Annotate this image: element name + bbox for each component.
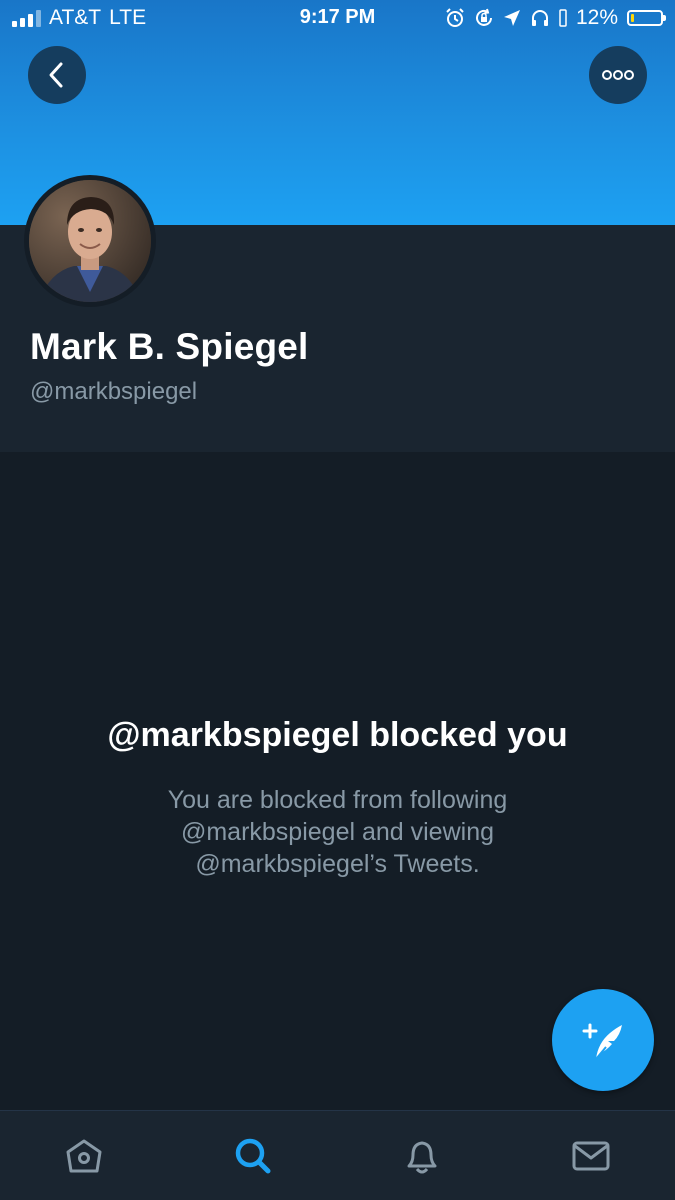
charging-indicator-icon [559,9,567,27]
battery-level [631,14,634,22]
blocked-description: You are blocked from following @markbspi… [167,786,508,878]
home-icon [66,1139,102,1173]
status-bar: AT&T LTE 9:17 PM 12% [0,0,675,36]
person-portrait [29,180,151,302]
bottom-tab-bar [0,1110,675,1200]
mail-icon [572,1141,610,1171]
battery-percent: 12% [575,6,618,29]
profile-screen: AT&T LTE 9:17 PM 12% Mark B. Spiegel @ma… [0,0,675,1200]
avatar[interactable] [24,175,156,307]
search-icon [235,1138,271,1174]
more-dots-icon [602,70,634,80]
location-icon [503,10,520,26]
back-button[interactable] [28,46,86,104]
tab-search[interactable] [169,1111,338,1200]
headphones-icon [531,10,548,26]
avatar-photo [29,180,151,302]
alarm-icon [446,8,464,27]
tab-home[interactable] [0,1111,169,1200]
compose-tweet-icon [582,1023,622,1060]
compose-tweet-button[interactable] [552,989,654,1091]
tab-messages[interactable] [506,1111,675,1200]
rotation-lock-icon [476,8,492,26]
profile-handle: @markbspiegel [30,378,198,405]
bell-icon [407,1141,437,1174]
battery-icon [627,10,666,26]
blocked-title: @markbspiegel blocked you [107,716,568,754]
chevron-left-icon [49,62,63,88]
more-options-button[interactable] [589,46,647,104]
tab-notifications[interactable] [338,1111,507,1200]
profile-display-name: Mark B. Spiegel [30,326,309,367]
status-right: 12% [445,6,666,30]
